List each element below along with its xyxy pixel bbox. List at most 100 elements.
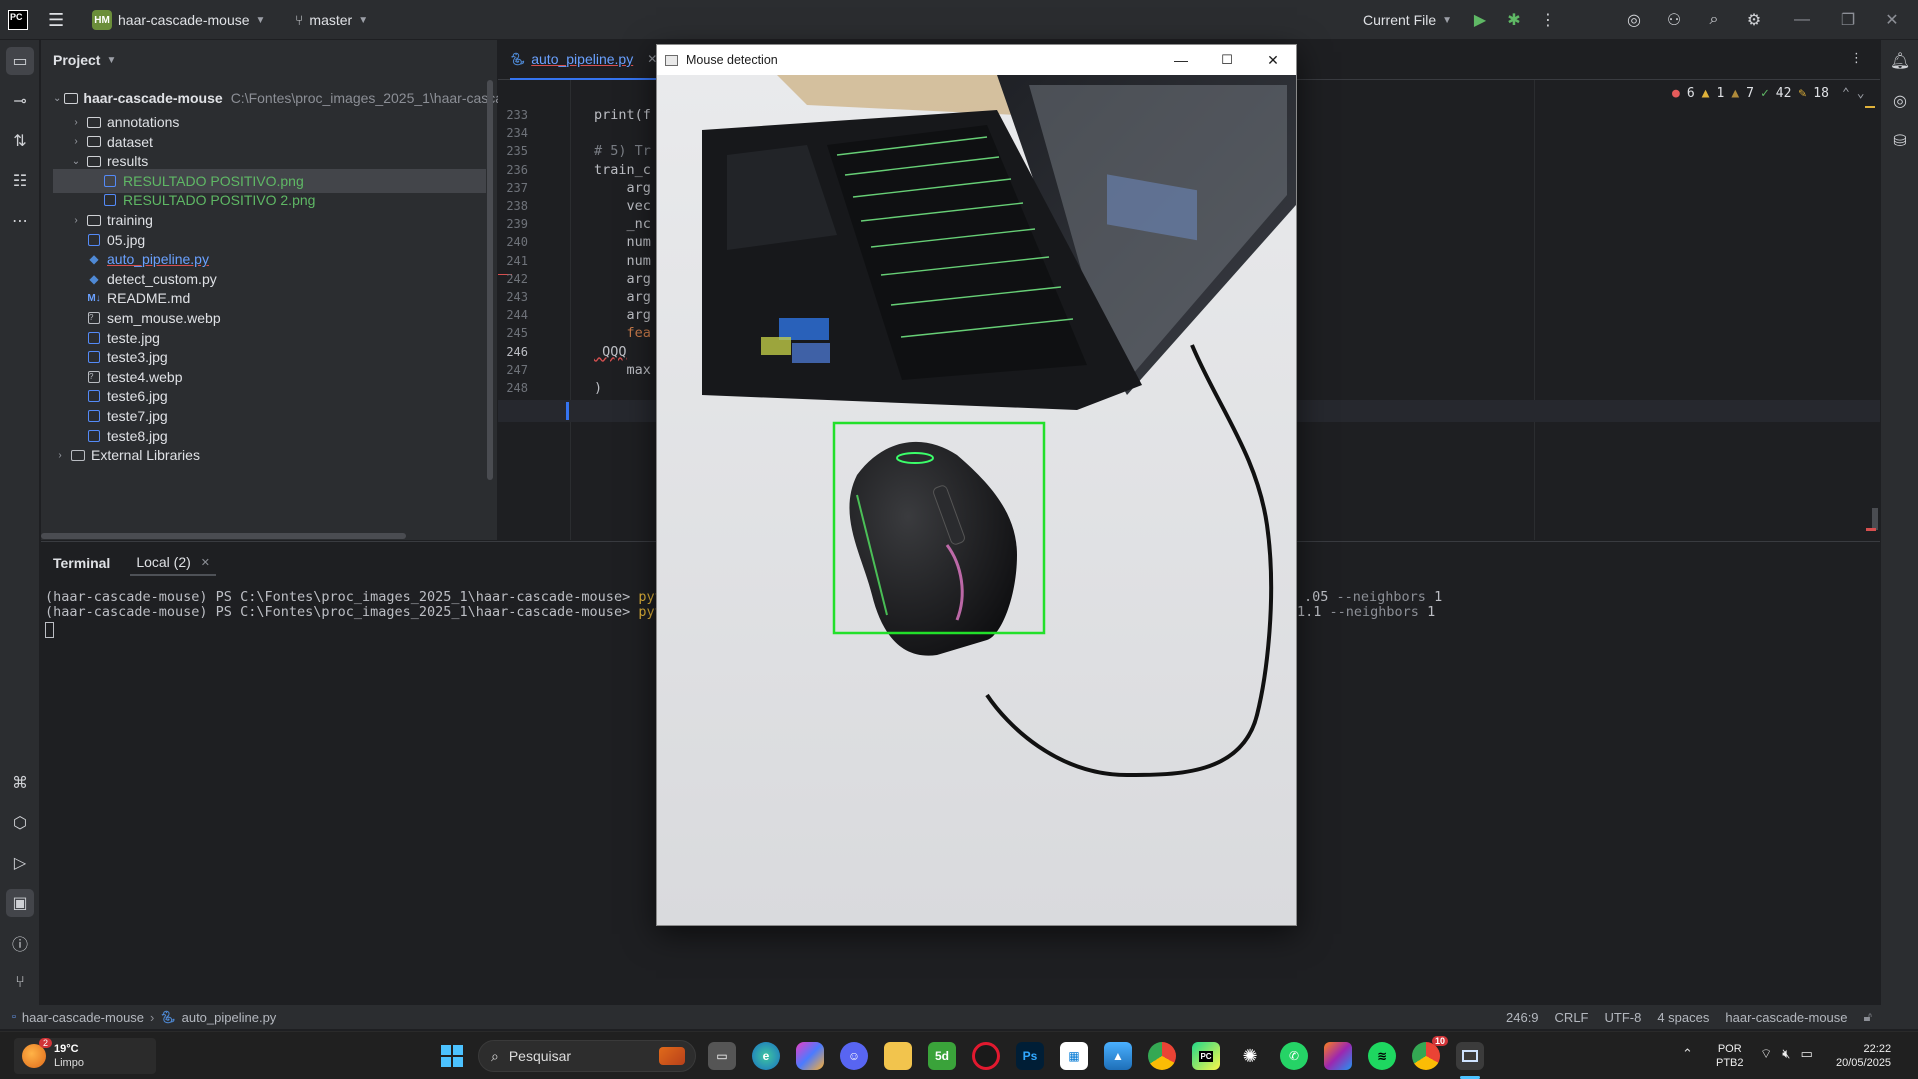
run-config-label: Current File [1363,12,1437,28]
editor-scrollbar[interactable] [1872,508,1878,530]
inspection-widget[interactable]: ● 6 ▲ 1 ▲ 7 ✓ 42 ✎ 18 ⌃ ⌄ [1672,86,1865,101]
caret-position[interactable]: 246:9 [1506,1010,1539,1025]
maximize-icon[interactable]: ☐ [1204,52,1250,68]
minimize-icon[interactable]: — [1790,8,1814,32]
chrome-profile-icon[interactable]: 10 [1412,1036,1448,1070]
folder-icon [86,135,102,149]
task-view-icon[interactable]: ▭ [708,1042,736,1070]
commit-tool-icon[interactable]: ⊸ [6,87,34,115]
python-console-icon[interactable]: ⌘ [6,769,34,797]
microsoft-store-icon[interactable]: ▦ [1060,1042,1088,1070]
tab-local-2[interactable]: Local (2) ✕ [130,550,216,576]
close-icon[interactable]: ✕ [1880,8,1904,32]
mouse-detection-taskbar-icon[interactable] [1456,1042,1484,1070]
right-tool-strip: 🔔︎ ◎ ⛁ [1880,40,1918,1005]
start-icon[interactable] [438,1042,466,1070]
mouse-detection-window[interactable]: Mouse detection — ☐ ✕ [656,44,1297,926]
tree-item-label: annotations [107,114,180,130]
python-packages-icon[interactable]: ⬡ [6,809,34,837]
show-hidden-icons[interactable]: ⌃ [1682,1046,1693,1062]
branch-switcher[interactable]: ⑂ master ▼ [295,0,368,40]
chatgpt-icon[interactable]: ✺ [1236,1042,1264,1070]
file-encoding[interactable]: UTF-8 [1605,1010,1642,1025]
chevron-down-icon: ▼ [255,14,266,26]
spotify-icon[interactable]: ≋ [1368,1042,1396,1070]
chevron-right-icon[interactable]: › [69,136,83,147]
weather-widget[interactable]: 2 19°C Limpo [14,1038,156,1074]
more-tools-icon[interactable]: ⋯ [6,207,34,235]
line-separator[interactable]: CRLF [1555,1010,1589,1025]
photoshop-icon[interactable]: Ps [1016,1042,1044,1070]
debug-icon[interactable]: ✱ [1502,8,1526,32]
breadcrumb-file[interactable]: auto_pipeline.py [182,1010,277,1025]
git-icon[interactable]: ⑂ [6,969,34,997]
chevron-right-icon[interactable]: › [69,215,83,226]
run-config-selector[interactable]: Current File ▼ [1363,0,1452,40]
whatsapp-icon[interactable]: ✆ [1280,1042,1308,1070]
image-file-icon [86,233,102,247]
chevron-right-icon[interactable]: › [69,117,83,128]
tree-item-label: README.md [107,290,191,307]
tab-options-icon[interactable]: ⋮ [1850,50,1863,66]
project-panel-header[interactable]: Project ▼ [41,40,497,80]
minimize-icon[interactable]: — [1158,52,1204,68]
ai-assistant-icon[interactable]: ◎ [1622,8,1646,32]
more-actions-icon[interactable]: ⋮ [1536,8,1560,32]
edge-icon[interactable]: e [752,1042,780,1070]
run-icon[interactable]: ▶ [1468,8,1492,32]
clock-date: 20/05/2025 [1836,1057,1892,1069]
lock-icon[interactable]: 🔓︎ [1864,1009,1872,1025]
tab-auto-pipeline[interactable]: 🐍︎ auto_pipeline.py ✕ [510,40,666,80]
vertical-scrollbar[interactable] [487,80,493,480]
settings-icon[interactable]: ⚙ [1742,8,1766,32]
python-interpreter[interactable]: haar-cascade-mouse [1725,1010,1847,1025]
jetbrains-toolbox-icon[interactable] [1324,1042,1352,1070]
photos-icon[interactable]: ▲ [1104,1042,1132,1070]
system-tray[interactable]: ⌔ 🔇︎ ▭ [1760,1046,1813,1062]
status-widgets: 246:9 CRLF UTF-8 4 spaces haar-cascade-m… [1506,1005,1872,1029]
structure-icon[interactable]: ☷ [6,167,34,195]
pycharm-logo[interactable]: PC [8,0,28,40]
project-switcher[interactable]: HM haar-cascade-mouse ▼ [92,0,265,40]
chevron-down-icon[interactable]: ⌄ [1857,86,1865,101]
pycharm-icon[interactable]: PC [1192,1042,1220,1070]
image-file-icon [86,350,102,364]
problems-icon[interactable]: ⓘ [6,929,34,957]
ai-chat-icon[interactable]: ◎ [1886,87,1914,115]
language-indicator[interactable]: POR PTB2 [1716,1042,1744,1070]
indent-setting[interactable]: 4 spaces [1657,1010,1709,1025]
chevron-up-icon[interactable]: ⌃ [1842,86,1850,101]
terminal-arg-value: 1 [1427,604,1436,620]
code-with-me-icon[interactable]: ⚇ [1662,8,1686,32]
tree-root[interactable]: ⌄ haar-cascade-mouse C:\Fontes\proc_imag… [41,86,503,110]
project-tool-icon[interactable]: ▭ [6,47,34,75]
opera-icon[interactable] [972,1042,1000,1070]
terminal-icon[interactable]: ▣ [6,889,34,917]
typo-count: 18 [1813,86,1829,101]
notifications-icon[interactable]: 🔔︎ [1886,47,1914,75]
close-icon[interactable]: ✕ [1250,52,1296,69]
chevron-right-icon[interactable]: › [53,450,67,461]
maximize-icon[interactable]: ❐ [1836,8,1860,32]
chrome-icon[interactable] [1148,1042,1176,1070]
copilot-icon[interactable] [796,1042,824,1070]
horizontal-scrollbar[interactable] [41,533,406,539]
breadcrumb-project[interactable]: haar-cascade-mouse [22,1010,144,1025]
services-icon[interactable]: ▷ [6,849,34,877]
close-icon[interactable]: ✕ [201,556,210,569]
chevron-down-icon[interactable]: ⌄ [69,156,83,167]
hamburger-icon: ☰ [48,9,65,30]
clock[interactable]: 22:22 20/05/2025 [1836,1042,1891,1070]
pull-requests-icon[interactable]: ⇅ [6,127,34,155]
5d-app-icon[interactable]: 5d [928,1042,956,1070]
file-explorer-icon[interactable] [884,1042,912,1070]
taskbar-search[interactable]: ⌕ Pesquisar [478,1040,696,1072]
weak-warning-icon: ▲ [1731,86,1740,101]
discord-icon[interactable]: ☺ [840,1042,868,1070]
main-menu-button[interactable]: ☰ [48,0,64,40]
tree-file[interactable]: › External Libraries [41,443,486,467]
detection-window-titlebar[interactable]: Mouse detection — ☐ ✕ [657,45,1296,75]
terminal-title: Terminal [53,555,111,571]
search-icon[interactable]: ⌕ [1702,8,1726,32]
database-icon[interactable]: ⛁ [1886,127,1914,155]
